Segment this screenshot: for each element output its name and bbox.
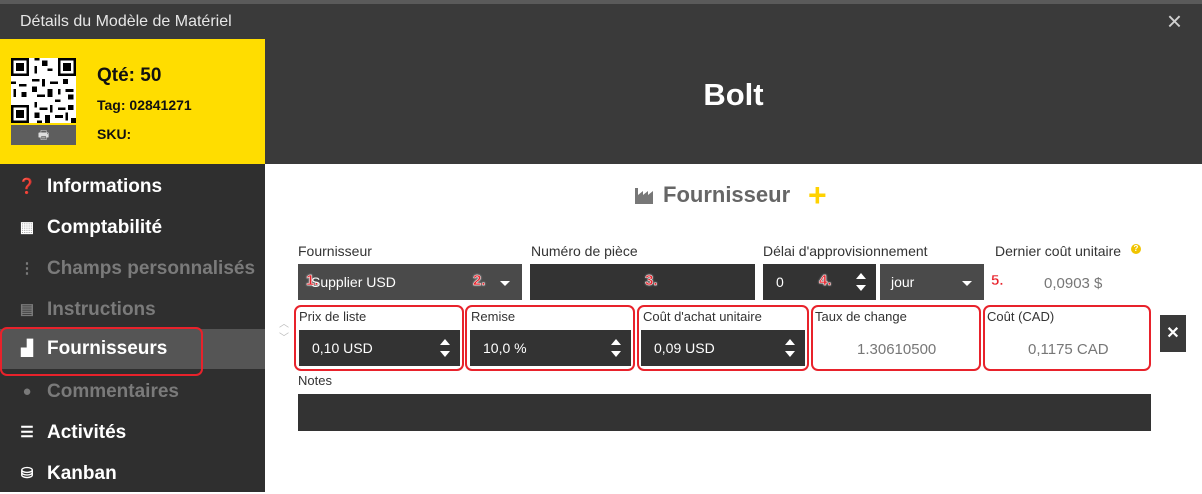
unit-cost-label: Coût d'achat unitaire (643, 309, 762, 324)
list-price-label: Prix de liste (299, 309, 367, 324)
close-icon: ✕ (1166, 325, 1180, 342)
supplier-select[interactable]: Supplier USD (298, 264, 522, 300)
spinner-icon[interactable] (856, 271, 866, 293)
reorder-arrows-icon[interactable]: ︿ ﹀ (279, 318, 291, 352)
exchange-rate-label: Taux de change (815, 309, 907, 324)
sidebar-item-instructions[interactable]: ▤ Instructions (0, 290, 265, 330)
help-icon[interactable]: ? (1131, 244, 1141, 254)
vertical-ellipsis-icon: ⋮ (19, 260, 35, 277)
discount-value: 10,0 % (483, 340, 527, 356)
factory-icon (635, 188, 653, 204)
cost-cad-label: Coût (CAD) (987, 309, 1055, 324)
delete-supplier-button[interactable]: ✕ (1160, 315, 1186, 352)
close-icon[interactable]: × (1167, 7, 1182, 35)
factory-icon: ▟ (21, 340, 33, 357)
question-circle-icon: ❓ (17, 178, 37, 195)
notes-label: Notes (298, 373, 332, 388)
sku-label: SKU: (97, 126, 132, 142)
section-title: Fournisseur (635, 182, 790, 208)
quantity-label: Qté: 50 (97, 65, 162, 86)
sidebar-item-commentaires[interactable]: ● Commentaires (0, 372, 265, 412)
supplier-label: Fournisseur (298, 243, 372, 259)
section-title-text: Fournisseur (663, 182, 791, 207)
sidebar-item-label: Champs personnalisés (47, 258, 256, 279)
lead-time-unit-select[interactable]: jour (880, 264, 984, 300)
window-title: Détails du Modèle de Matériel (20, 13, 232, 30)
last-unit-cost-label: Dernier coût unitaire (995, 243, 1122, 259)
item-name: Bolt (703, 77, 764, 112)
comment-icon: ● (22, 383, 32, 400)
unit-cost-value: 0,09 USD (654, 340, 715, 356)
supplier-value: Supplier USD (311, 274, 396, 290)
window-titlebar: Détails du Modèle de Matériel × (0, 4, 1202, 39)
spinner-icon[interactable] (440, 337, 450, 359)
main-panel: Bolt Fournisseur + Fournisseur Numéro de… (265, 39, 1202, 492)
sidebar-item-label: Comptabilité (47, 217, 163, 238)
list-icon: ☰ (20, 424, 34, 441)
unit-cost-input[interactable]: 0,09 USD (641, 330, 805, 366)
annotation-1: 1. (306, 272, 319, 289)
lead-time-unit-value: jour (891, 274, 915, 290)
add-supplier-button[interactable]: + (808, 177, 827, 214)
chevron-down-icon (500, 281, 510, 286)
annotation-2: 2. (473, 272, 486, 289)
sidebar-item-kanban[interactable]: ⛁ Kanban (0, 454, 265, 494)
qr-code-icon (11, 58, 76, 123)
sidebar-item-informations[interactable]: ❓ Informations (0, 167, 265, 207)
exchange-rate-value: 1.30610500 (857, 341, 937, 358)
spinner-icon[interactable] (611, 337, 621, 359)
discount-input[interactable]: 10,0 % (470, 330, 631, 366)
item-header: Bolt (265, 39, 1202, 164)
sidebar-item-comptabilite[interactable]: ▦ Comptabilité (0, 208, 265, 248)
sidebar-item-activites[interactable]: ☰ Activités (0, 413, 265, 453)
id-card: 🖶 Qté: 50 Tag: 02841271 SKU: (0, 39, 265, 164)
last-unit-cost-value: 0,0903 $ (1044, 275, 1103, 292)
tag-label: Tag: 02841271 (97, 97, 192, 113)
sidebar-item-label: Commentaires (47, 381, 179, 402)
annotation-3: 3. (645, 272, 658, 289)
calculator-icon: ▦ (19, 219, 35, 236)
notes-input[interactable] (298, 394, 1151, 431)
discount-label: Remise (471, 309, 516, 324)
cost-cad-value: 0,1175 CAD (1028, 341, 1109, 358)
database-icon: ⛁ (20, 465, 34, 482)
part-number-input[interactable] (530, 264, 755, 300)
sidebar: 🖶 Qté: 50 Tag: 02841271 SKU: ❓ Informati… (0, 39, 265, 492)
lead-time-value: 0 (776, 274, 784, 290)
lead-time-label: Délai d'approvisionnement (763, 243, 928, 259)
sidebar-item-label: Activités (47, 422, 127, 443)
sidebar-item-label: Instructions (47, 299, 156, 320)
part-number-label: Numéro de pièce (531, 243, 638, 259)
sidebar-item-fournisseurs[interactable]: ▟ Fournisseurs (0, 329, 265, 369)
print-button[interactable]: 🖶 (11, 125, 76, 145)
sidebar-item-label: Kanban (47, 463, 117, 484)
list-price-value: 0,10 USD (312, 340, 373, 356)
annotation-5: 5. (991, 272, 1004, 289)
annotation-4: 4. (819, 272, 832, 289)
document-icon: ▤ (19, 301, 35, 318)
printer-icon: 🖶 (37, 128, 50, 142)
sidebar-item-label: Fournisseurs (47, 338, 168, 359)
chevron-down-icon (962, 281, 972, 286)
spinner-icon[interactable] (785, 337, 795, 359)
sidebar-item-champs-personnalises[interactable]: ⋮ Champs personnalisés (0, 249, 265, 289)
list-price-input[interactable]: 0,10 USD (299, 330, 460, 366)
sidebar-item-label: Informations (47, 176, 163, 197)
